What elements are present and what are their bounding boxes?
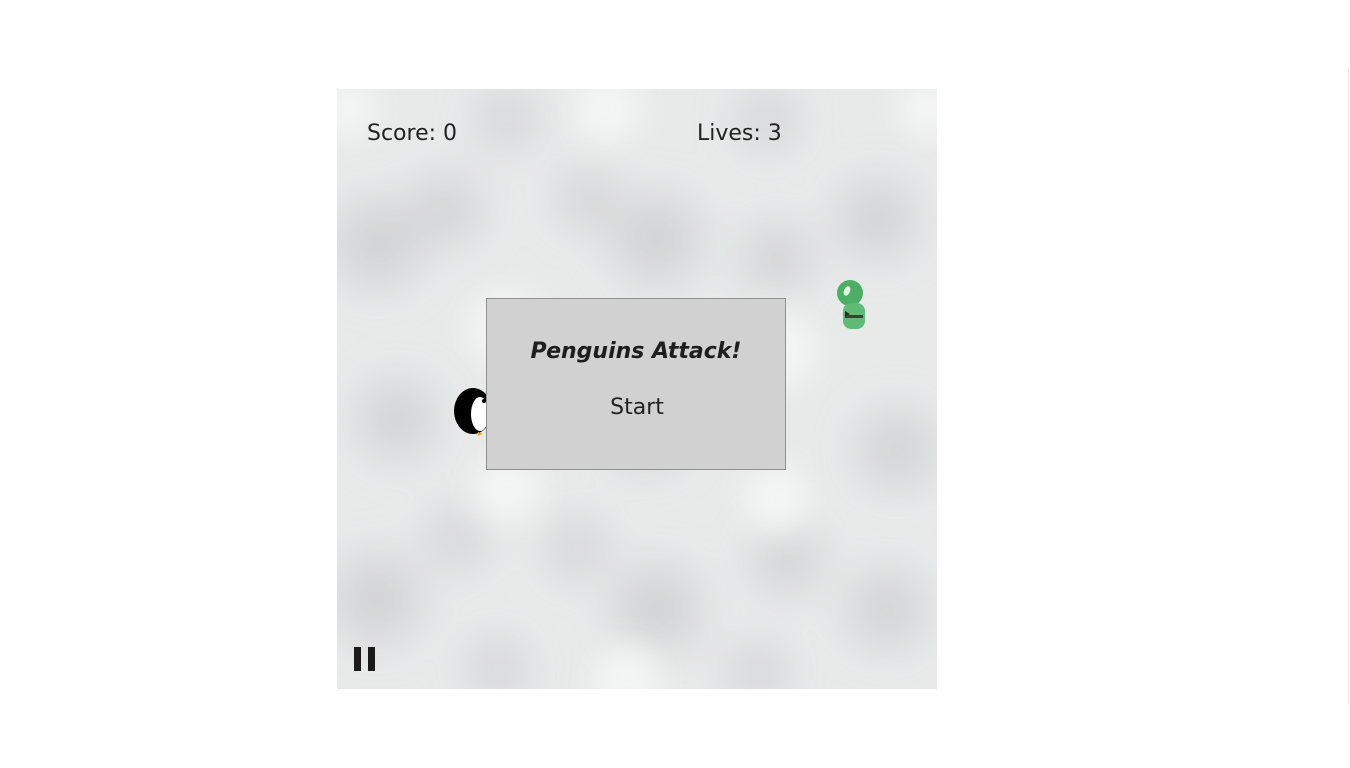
pause-button[interactable] bbox=[353, 647, 377, 673]
game-title: Penguins Attack! bbox=[530, 339, 742, 364]
start-menu-dialog: Penguins Attack! Start bbox=[486, 298, 786, 470]
page: Score: 0 Lives: 3 Penguins Attack! Start bbox=[0, 0, 1350, 768]
green-creature-icon bbox=[837, 280, 865, 329]
score-display: Score: 0 bbox=[367, 121, 458, 146]
start-button[interactable]: Start bbox=[587, 393, 687, 423]
window-edge-divider bbox=[1348, 68, 1349, 704]
lives-display: Lives: 3 bbox=[697, 121, 782, 146]
game-canvas[interactable]: Score: 0 Lives: 3 Penguins Attack! Start bbox=[337, 89, 937, 689]
pause-icon-bar-left bbox=[354, 647, 361, 671]
pause-icon-bar-right bbox=[368, 647, 375, 671]
